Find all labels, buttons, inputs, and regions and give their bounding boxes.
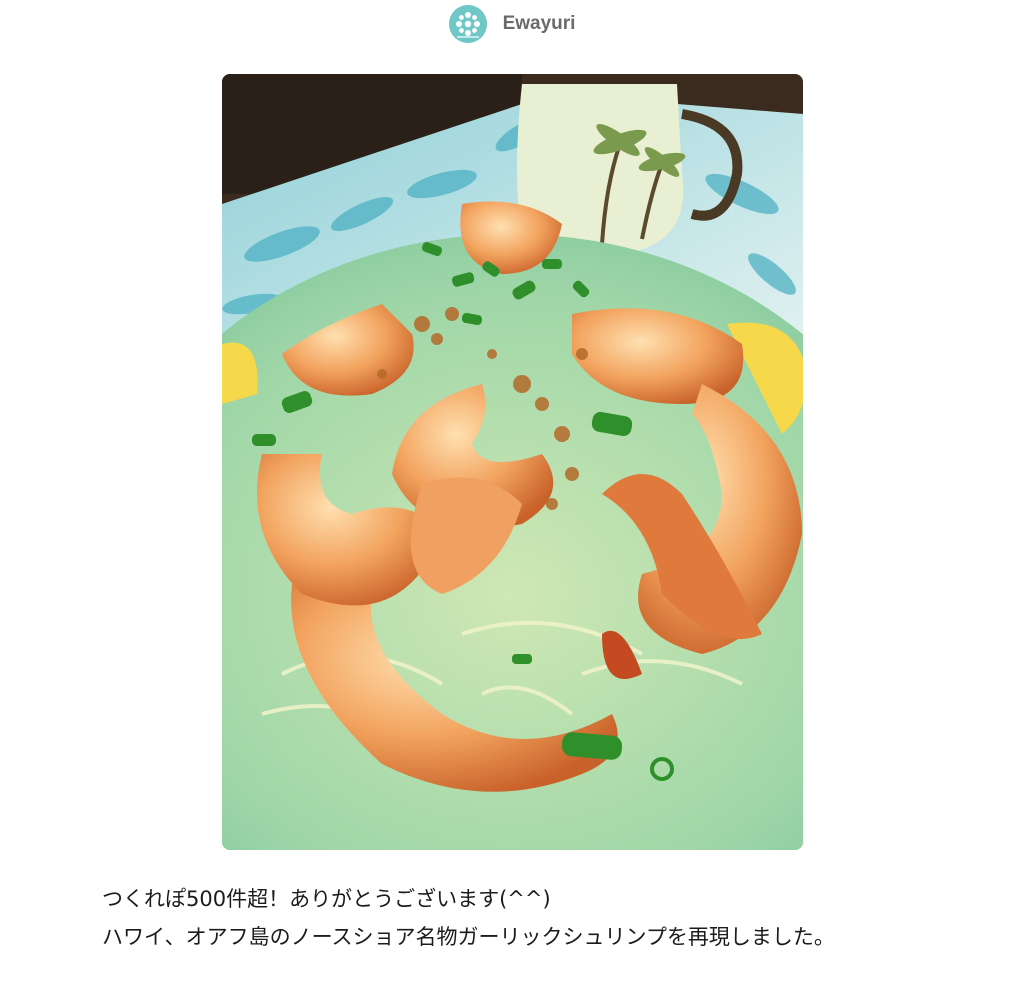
recipe-description: つくれぽ500件超！ありがとうございます(^^) ハワイ、オアフ島のノースショア… [102,880,932,956]
author-avatar[interactable] [448,5,487,43]
description-line-2: ハワイ、オアフ島のノースショア名物ガーリックシュリンプを再現しました。 [102,925,835,949]
description-line-1: つくれぽ500件超！ありがとうございます(^^) [102,887,551,911]
snowflake-flower-icon [448,5,487,43]
garlic-shrimp-plate-image[interactable] [222,74,803,850]
author-header: Ewayuri [0,0,1024,48]
author-name[interactable]: Ewayuri [503,13,576,35]
